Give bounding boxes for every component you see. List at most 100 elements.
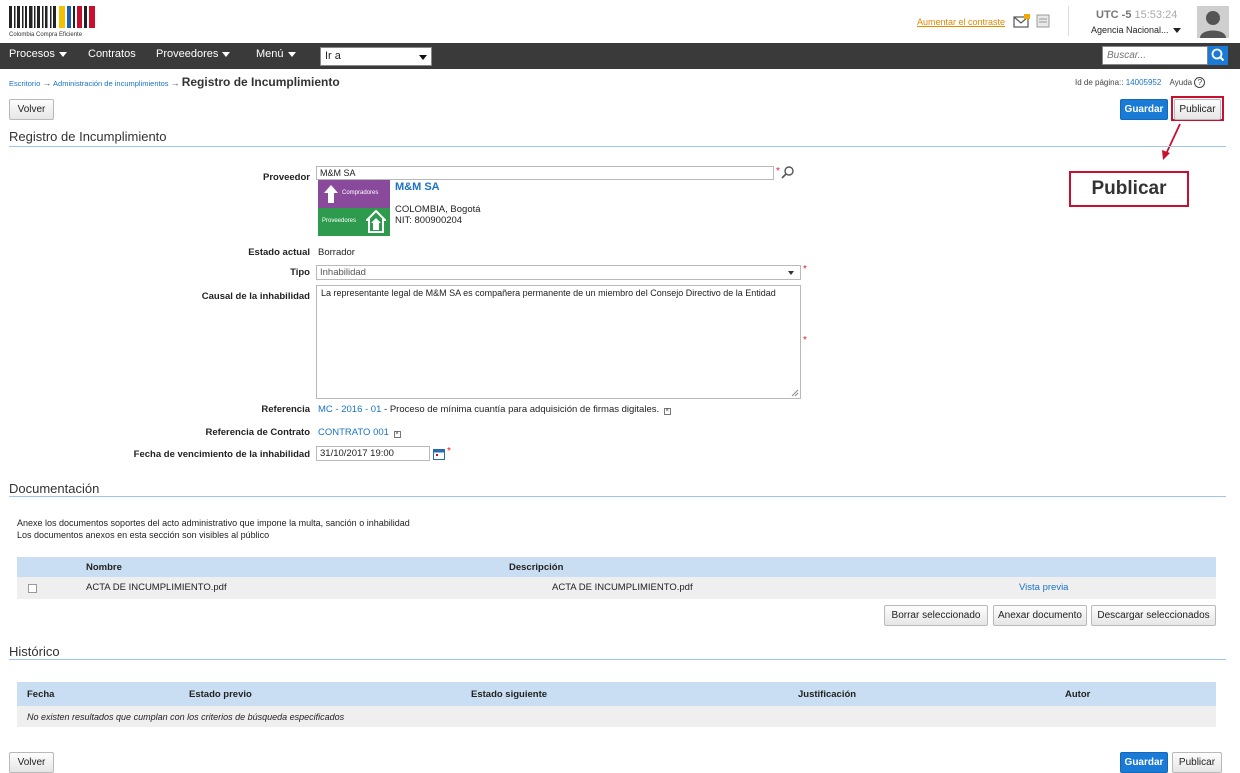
proveedor-label: Proveedor xyxy=(263,172,310,183)
column-estado-siguiente: Estado siguiente xyxy=(471,689,548,700)
section-title-registro: Registro de Incumplimiento xyxy=(9,129,167,144)
publicar-button-top[interactable]: Publicar xyxy=(1174,99,1221,120)
proveedor-field[interactable]: M&M SA xyxy=(316,166,774,180)
nav-proveedores-label: Proveedores xyxy=(156,48,219,60)
search-input[interactable] xyxy=(1102,46,1208,65)
nav-procesos-label: Procesos xyxy=(9,48,55,60)
required-marker: * xyxy=(803,335,807,346)
ref-contrato-label: Referencia de Contrato xyxy=(205,427,310,438)
column-autor: Autor xyxy=(1065,689,1091,700)
column-estado-previo: Estado previo xyxy=(189,689,252,700)
nav-procesos[interactable]: Procesos xyxy=(9,48,67,60)
publicar-button-bottom[interactable]: Publicar xyxy=(1172,752,1222,773)
contrast-link[interactable]: Aumentar el contraste xyxy=(917,17,1005,27)
required-marker: * xyxy=(447,446,451,457)
search-icon[interactable] xyxy=(781,165,795,179)
goto-value: Ir a xyxy=(325,50,341,62)
page-id-label: Id de página:: xyxy=(1075,78,1124,87)
tipo-select[interactable]: Inhabilidad xyxy=(316,265,801,280)
callout-arrow-icon xyxy=(1162,123,1181,160)
guardar-button-bottom[interactable]: Guardar xyxy=(1120,752,1168,773)
supplier-logo: Compradores Proveedores xyxy=(318,180,390,236)
history-empty-row: No existen resultados que cumplan con lo… xyxy=(17,706,1216,727)
required-marker: * xyxy=(803,264,807,275)
row-nombre: ACTA DE INCUMPLIMIENTO.pdf xyxy=(86,582,227,593)
section-title-historico: Histórico xyxy=(9,644,60,659)
section-divider xyxy=(9,146,1226,147)
supplier-name[interactable]: M&M SA xyxy=(395,181,440,193)
remove-icon[interactable]: × xyxy=(663,408,671,415)
search-button[interactable] xyxy=(1208,46,1228,65)
nav-menu-label: Menú xyxy=(256,48,284,60)
guardar-button-top[interactable]: Guardar xyxy=(1120,99,1168,120)
referencia-value: MC - 2016 - 01 - Proceso de mínima cuant… xyxy=(318,404,671,415)
nav-proveedores[interactable]: Proveedores xyxy=(156,48,231,60)
fecha-input[interactable]: 31/10/2017 19:00 xyxy=(316,446,430,461)
breadcrumb-administracion[interactable]: Administración de incumplimientos xyxy=(53,79,168,88)
supplier-location: COLOMBIA, Bogotá xyxy=(395,204,481,215)
row-descripcion: ACTA DE INCUMPLIMIENTO.pdf xyxy=(552,582,693,593)
calendar-icon[interactable] xyxy=(433,448,445,460)
remove-icon[interactable]: × xyxy=(393,431,401,438)
chevron-down-icon xyxy=(222,51,231,57)
referencia-link[interactable]: MC - 2016 - 01 xyxy=(318,404,381,415)
documents-table-header: Nombre Descripción xyxy=(17,557,1216,577)
column-descripcion: Descripción xyxy=(509,562,564,573)
page-id: Id de página:: 14005952 Ayuda ? xyxy=(1075,77,1206,88)
user-arrow-icon xyxy=(324,185,338,203)
nav-menu[interactable]: Menú xyxy=(256,48,296,60)
page-id-value: 14005952 xyxy=(1125,78,1162,87)
borrar-seleccionado-button[interactable]: Borrar seleccionado xyxy=(884,605,988,626)
fecha-label: Fecha de vencimiento de la inhabilidad xyxy=(133,449,310,460)
messages-icon[interactable] xyxy=(1013,14,1031,28)
agency-selector[interactable]: Agencia Nacional... xyxy=(1091,25,1181,35)
table-row: ACTA DE INCUMPLIMIENTO.pdf ACTA DE INCUM… xyxy=(17,577,1216,599)
documentacion-desc-2: Los documentos anexos en esta sección so… xyxy=(17,530,270,540)
estado-label: Estado actual xyxy=(248,247,310,258)
logo: Colombia Compra Eficiente xyxy=(9,6,99,38)
supplier-nit: NIT: 800900204 xyxy=(395,215,463,226)
help-icon[interactable]: ? xyxy=(1194,77,1206,88)
goto-select[interactable]: Ir a xyxy=(320,47,432,66)
avatar[interactable] xyxy=(1197,6,1229,38)
section-divider xyxy=(9,496,1226,497)
page-title: Registro de Incumplimiento xyxy=(181,75,340,89)
chevron-down-icon xyxy=(419,55,427,60)
search-icon xyxy=(1211,48,1225,62)
estado-value: Borrador xyxy=(318,247,355,258)
breadcrumb: Escritorio → Administración de incumplim… xyxy=(9,75,340,89)
ref-contrato-link[interactable]: CONTRATO 001 xyxy=(318,427,389,438)
required-marker: * xyxy=(776,166,780,177)
tipo-value: Inhabilidad xyxy=(320,267,366,278)
history-table-header: Fecha Estado previo Estado siguiente Jus… xyxy=(17,682,1216,706)
descargar-seleccionados-button[interactable]: Descargar seleccionados xyxy=(1091,605,1216,626)
column-fecha: Fecha xyxy=(27,689,55,700)
breadcrumb-escritorio[interactable]: Escritorio xyxy=(9,79,40,88)
help-label[interactable]: Ayuda xyxy=(1170,78,1193,87)
volver-button-bottom[interactable]: Volver xyxy=(9,752,54,773)
nav-contratos-label: Contratos xyxy=(88,48,136,60)
anexar-documento-button[interactable]: Anexar documento xyxy=(993,605,1087,626)
section-title-documentacion: Documentación xyxy=(9,481,100,496)
column-nombre: Nombre xyxy=(86,562,122,573)
causal-label: Causal de la inhabilidad xyxy=(201,291,310,302)
section-divider xyxy=(9,659,1226,660)
column-justificacion: Justificación xyxy=(798,689,857,700)
document-icon[interactable] xyxy=(1036,14,1050,28)
ref-contrato-value: CONTRATO 001 × xyxy=(318,427,401,438)
volver-button-top[interactable]: Volver xyxy=(9,99,54,120)
referencia-label: Referencia xyxy=(261,404,310,415)
time-value: 15:53:24 xyxy=(1134,9,1178,21)
referencia-text: - Proceso de mínima cuantía para adquisi… xyxy=(381,404,660,415)
resize-handle-icon[interactable] xyxy=(791,389,799,397)
chevron-down-icon xyxy=(788,271,794,275)
row-checkbox[interactable] xyxy=(28,584,37,593)
timezone-label: UTC -5 xyxy=(1096,9,1132,21)
causal-textarea[interactable]: La representante legal de M&M SA es comp… xyxy=(316,285,801,399)
nav-contratos[interactable]: Contratos xyxy=(88,48,136,60)
history-empty-text: No existen resultados que cumplan con lo… xyxy=(27,712,345,722)
supplier-logo-top-label: Compradores xyxy=(342,190,379,196)
chevron-down-icon xyxy=(58,51,67,57)
agency-name: Agencia Nacional... xyxy=(1091,25,1169,35)
row-preview-link[interactable]: Vista previa xyxy=(1019,582,1068,593)
